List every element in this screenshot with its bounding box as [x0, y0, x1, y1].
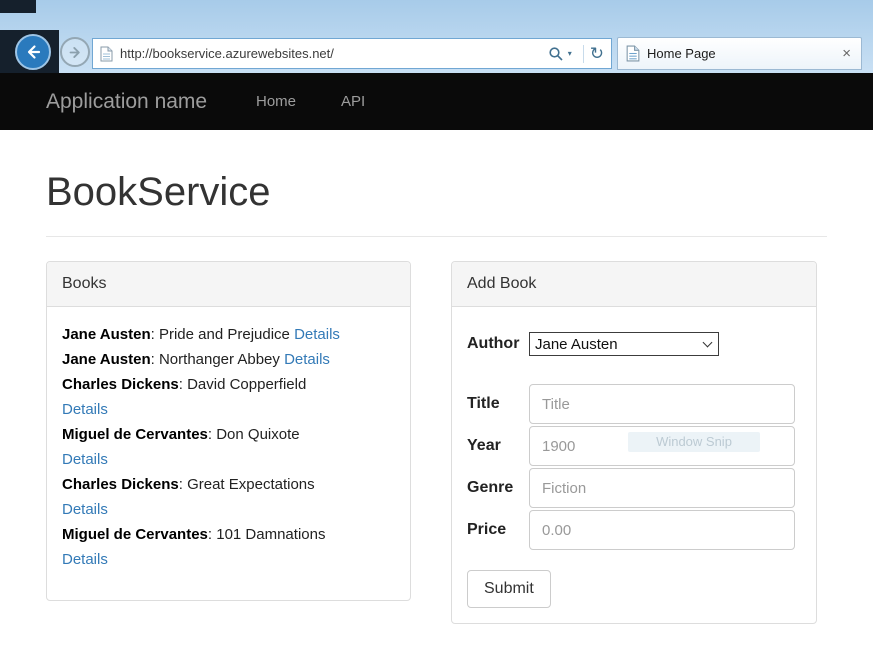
- submit-button[interactable]: Submit: [467, 570, 551, 608]
- book-details-link[interactable]: Details: [62, 401, 108, 418]
- genre-input[interactable]: [529, 468, 795, 508]
- author-row: Author Jane Austen: [467, 332, 801, 356]
- book-entry: Charles Dickens: David Copperfield Detai…: [62, 372, 395, 422]
- book-entry: Jane Austen: Northanger Abbey Details: [62, 347, 395, 372]
- url-text[interactable]: http://bookservice.azurewebsites.net/: [120, 46, 548, 61]
- page-content: BookService Books Jane Austen: Pride and…: [0, 130, 873, 647]
- add-book-form: Author Jane Austen Title Year Genre Price S…: [452, 307, 816, 623]
- year-input[interactable]: [529, 426, 795, 466]
- back-button[interactable]: [15, 34, 51, 70]
- add-book-panel-header: Add Book: [452, 262, 816, 307]
- genre-label: Genre: [467, 479, 529, 497]
- navbar-brand[interactable]: Application name: [46, 73, 207, 130]
- page-title: BookService: [46, 168, 827, 216]
- book-details-link[interactable]: Details: [62, 551, 108, 568]
- nav-link-api[interactable]: API: [341, 73, 365, 130]
- forward-arrow-icon: [68, 45, 83, 60]
- book-entry: Jane Austen: Pride and Prejudice Details: [62, 322, 395, 347]
- book-details-link[interactable]: Details: [62, 451, 108, 468]
- back-arrow-icon: [24, 43, 42, 61]
- refresh-icon[interactable]: ↻: [590, 45, 604, 62]
- nav-link-home[interactable]: Home: [256, 73, 296, 130]
- book-author: Charles Dickens: [62, 476, 179, 493]
- book-entry: Miguel de Cervantes: Don Quixote Details: [62, 422, 395, 472]
- year-label: Year: [467, 437, 529, 455]
- forward-button[interactable]: [60, 37, 90, 67]
- price-label: Price: [467, 521, 529, 539]
- author-select-value: Jane Austen: [535, 336, 618, 353]
- browser-window: http://bookservice.azurewebsites.net/ ▾ …: [0, 0, 873, 647]
- book-details-link[interactable]: Details: [284, 351, 330, 368]
- author-label: Author: [467, 335, 529, 353]
- book-author: Charles Dickens: [62, 376, 179, 393]
- address-bar[interactable]: http://bookservice.azurewebsites.net/ ▾ …: [92, 38, 612, 69]
- window-frame-corner: [0, 0, 36, 13]
- search-caret-icon[interactable]: ▾: [568, 49, 572, 58]
- title-row: Title: [467, 384, 801, 424]
- search-icon[interactable]: [548, 46, 564, 62]
- title-label: Title: [467, 395, 529, 413]
- year-row: Year: [467, 426, 801, 466]
- add-book-fields: Title Year Genre Price: [467, 384, 801, 550]
- browser-chrome: http://bookservice.azurewebsites.net/ ▾ …: [0, 0, 873, 73]
- book-details-link[interactable]: Details: [62, 501, 108, 518]
- book-details-link[interactable]: Details: [294, 326, 340, 343]
- address-bar-divider: [583, 45, 584, 63]
- title-divider: [46, 236, 827, 237]
- browser-tab[interactable]: Home Page ×: [617, 37, 862, 70]
- tab-page-icon: [626, 45, 640, 62]
- genre-row: Genre: [467, 468, 801, 508]
- tab-title: Home Page: [647, 46, 716, 61]
- books-panel: Books Jane Austen: Pride and Prejudice D…: [46, 261, 411, 601]
- price-input[interactable]: [529, 510, 795, 550]
- book-entry: Miguel de Cervantes: 101 Damnations Deta…: [62, 522, 395, 572]
- book-author: Jane Austen: [62, 326, 151, 343]
- book-author: Miguel de Cervantes: [62, 526, 208, 543]
- book-author: Miguel de Cervantes: [62, 426, 208, 443]
- title-input[interactable]: [529, 384, 795, 424]
- book-author: Jane Austen: [62, 351, 151, 368]
- books-list: Jane Austen: Pride and Prejudice Details…: [47, 307, 410, 600]
- select-caret-icon: [703, 338, 713, 348]
- app-navbar: Application name Home API: [0, 73, 873, 130]
- tab-close-icon[interactable]: ×: [840, 45, 853, 62]
- add-book-panel: Add Book Author Jane Austen Title Year Gen…: [451, 261, 817, 624]
- panels-row: Books Jane Austen: Pride and Prejudice D…: [46, 261, 827, 624]
- book-entry: Charles Dickens: Great Expectations Deta…: [62, 472, 395, 522]
- price-row: Price: [467, 510, 801, 550]
- author-select[interactable]: Jane Austen: [529, 332, 719, 356]
- page-icon: [100, 46, 113, 62]
- books-panel-header: Books: [47, 262, 410, 307]
